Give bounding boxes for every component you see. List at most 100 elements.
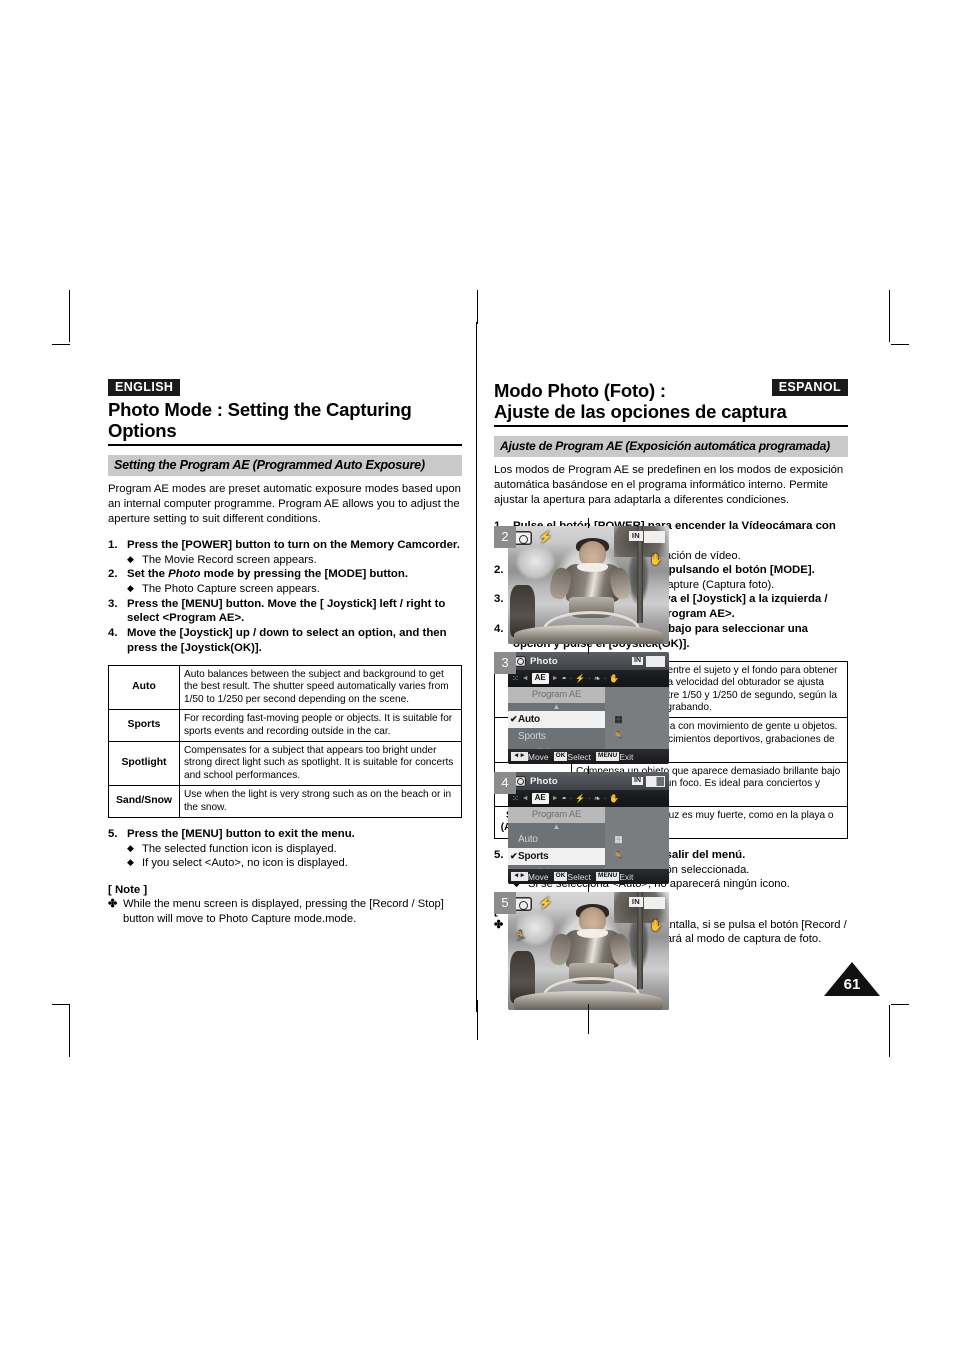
step-bullet: ◆ The selected function icon is displaye…: [127, 842, 462, 857]
chevron-right-icon[interactable]: ►: [552, 675, 559, 682]
sports-icon: 🏃: [514, 931, 528, 942]
footer-select[interactable]: OK Select: [553, 871, 592, 882]
menu-footer-bar: ◄► Move OK Select MENU Exit: [508, 869, 669, 884]
on-screen-display: ⚡ IN ✋ 🏃: [508, 892, 669, 1010]
connector-line: [588, 766, 589, 774]
table-row: Sports For recording fast-moving people …: [108, 709, 462, 742]
crop-mark-center-bottom: [477, 1000, 478, 1040]
step-number: 5.: [108, 828, 118, 841]
hand-shake-icon: ✋: [649, 554, 663, 566]
tab-hand-icon[interactable]: ✋: [609, 794, 619, 803]
tab-white-balance-icon[interactable]: ◓: [562, 794, 567, 803]
menu-item-label: Sports: [518, 851, 549, 862]
option-name: Sand/Snow: [108, 785, 180, 819]
auto-icon: ▦: [614, 834, 623, 844]
joystick-key-icon: ◄►: [511, 751, 528, 762]
scroll-up-icon[interactable]: ▲: [508, 823, 605, 831]
manual-page: ENGLISH Photo Mode : Setting the Capturi…: [108, 378, 848, 1034]
footer-move[interactable]: ◄► Move: [511, 872, 549, 882]
menu-item-auto[interactable]: ✔ Auto ▦: [508, 711, 623, 728]
english-section-heading: Setting the Program AE (Programmed Auto …: [108, 455, 462, 477]
battery-icon: [644, 897, 665, 909]
english-steps-list: 1. Press the [POWER] button to turn on t…: [108, 538, 462, 656]
diamond-icon: ◆: [127, 842, 134, 853]
step-badge: 4: [494, 772, 516, 794]
scroll-up-icon[interactable]: ▲: [508, 703, 605, 711]
table-row: Auto Auto balances between the subject a…: [108, 664, 462, 711]
screenshot-2: 2 ⚡ IN ✋: [494, 526, 669, 644]
footer-select[interactable]: OK Select: [553, 752, 591, 762]
separator-dot: ·: [603, 674, 607, 683]
diamond-icon: ◆: [127, 857, 134, 868]
ok-key-icon: OK: [553, 871, 568, 882]
chevron-left-icon[interactable]: ◄: [522, 675, 529, 682]
option-description: Compensates for a subject that appears t…: [179, 740, 462, 787]
menu-status-group: IN: [632, 775, 665, 787]
footer-exit[interactable]: MENU Exit: [596, 752, 633, 762]
sports-icon: 🏃: [612, 731, 625, 741]
separator-dot: ·: [588, 674, 591, 683]
menu-item-label: Auto: [518, 714, 540, 725]
memory-indicator: IN: [632, 657, 643, 665]
footer-select-label: Select: [567, 871, 592, 882]
step-bullet-text: The Movie Record screen appears.: [142, 553, 317, 566]
crop-mark-top-left-horizontal: [52, 344, 70, 345]
menu-title-bar: Photo IN: [508, 652, 669, 670]
tab-program-ae[interactable]: AE: [531, 673, 549, 684]
tab-program-ae[interactable]: AE: [531, 793, 549, 804]
step-bullet-text: The selected function icon is displayed.: [142, 842, 337, 855]
step-item: 5. Press the [MENU] button to exit the m…: [108, 827, 462, 842]
chevron-left-icon[interactable]: ◄: [522, 795, 529, 802]
memory-indicator: IN: [632, 777, 643, 785]
step-bullet-text: If you select <Auto>, no icon is display…: [142, 857, 348, 870]
step-badge: 3: [494, 652, 516, 674]
diamond-icon: ◆: [127, 583, 134, 594]
tab-flash-icon[interactable]: ⚡: [575, 674, 585, 683]
hand-shake-icon: ✋: [649, 920, 663, 932]
footer-move[interactable]: ◄► Move: [511, 752, 549, 762]
connector-line: [588, 644, 589, 654]
menu-item-auto[interactable]: ✔ Auto ▦: [508, 831, 623, 848]
separator-dot: ·: [603, 794, 607, 803]
tab-flash-icon[interactable]: ⚡: [575, 794, 585, 803]
tab-effect-icon[interactable]: ❧: [594, 794, 601, 803]
step-text-emphasis: Photo: [168, 568, 201, 581]
tab-multi-icon[interactable]: ⁙: [512, 794, 519, 803]
footer-exit-label: Exit: [619, 751, 634, 762]
english-note-heading: [ Note ]: [108, 883, 148, 896]
step-bullet: ◆ The Photo Capture screen appears.: [127, 582, 462, 597]
flash-off-icon: ⚡: [538, 530, 553, 544]
footer-exit[interactable]: MENU Exit: [596, 872, 633, 882]
menu-title: Photo: [530, 775, 558, 787]
step-item: 2. Set the Photo mode by pressing the [M…: [108, 567, 462, 582]
crop-mark-center-top: [477, 290, 478, 324]
lcd-preview-screen: ⚡ IN ✋: [508, 526, 669, 644]
chevron-right-icon[interactable]: ►: [552, 795, 559, 802]
menu-item-sports[interactable]: ✔ Sports 🏃: [508, 848, 624, 865]
tab-white-balance-icon[interactable]: ◓: [562, 674, 567, 683]
english-options-table: Auto Auto balances between the subject a…: [108, 664, 462, 819]
step-text: Press the [MENU] button to exit the menu…: [127, 828, 355, 841]
tab-effect-icon[interactable]: ❧: [594, 674, 601, 683]
menu-item-sports[interactable]: ✔ Sports 🏃: [508, 728, 624, 745]
crop-mark-top-right-vertical: [889, 290, 890, 342]
step-number: 3.: [108, 597, 118, 610]
page-number: 61: [843, 976, 861, 993]
menu-item-label: Auto: [518, 834, 538, 845]
tab-multi-icon[interactable]: ⁙: [512, 674, 519, 683]
option-name: Auto: [108, 664, 180, 711]
step-text: Press the [POWER] button to turn on the …: [127, 538, 460, 551]
spanish-title-line1: Modo Photo (Foto) :: [494, 380, 666, 401]
tab-hand-icon[interactable]: ✋: [609, 674, 619, 683]
spanish-section-heading: Ajuste de Program AE (Exposición automát…: [494, 436, 848, 458]
menu-key-icon: MENU: [596, 751, 620, 762]
crop-mark-bottom-right-vertical: [889, 1005, 890, 1057]
screenshot-5: 5 ⚡ IN ✋ 🏃: [494, 892, 669, 1010]
option-description: Auto balances between the subject and ba…: [179, 664, 462, 711]
step-text-post: pulsando el botón [MODE].: [665, 564, 815, 577]
check-icon: ✔: [510, 851, 518, 861]
menu-key-icon: MENU: [596, 871, 620, 882]
step-item: 1. Press the [POWER] button to turn on t…: [108, 538, 462, 553]
spanish-language-tag: ESPANOL: [771, 379, 848, 397]
spanish-title-rule: [494, 425, 848, 428]
